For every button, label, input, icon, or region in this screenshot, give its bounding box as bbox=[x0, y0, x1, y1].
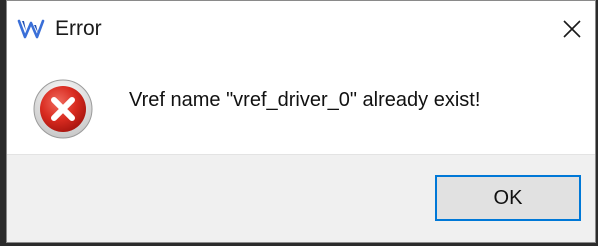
close-button[interactable] bbox=[549, 1, 595, 57]
error-dialog: Error Vref name "vref_driver_0" already … bbox=[6, 0, 596, 243]
close-icon bbox=[563, 20, 581, 38]
error-message: Vref name "vref_driver_0" already exist! bbox=[129, 89, 481, 111]
title-bar[interactable]: Error bbox=[7, 1, 595, 57]
dialog-content: Vref name "vref_driver_0" already exist! bbox=[7, 57, 595, 154]
focus-rect bbox=[438, 178, 578, 218]
gowin-logo-icon bbox=[17, 19, 45, 39]
error-icon bbox=[33, 79, 93, 139]
button-bar: OK bbox=[7, 154, 595, 242]
window-title: Error bbox=[55, 17, 102, 40]
ok-button[interactable]: OK bbox=[435, 175, 581, 221]
